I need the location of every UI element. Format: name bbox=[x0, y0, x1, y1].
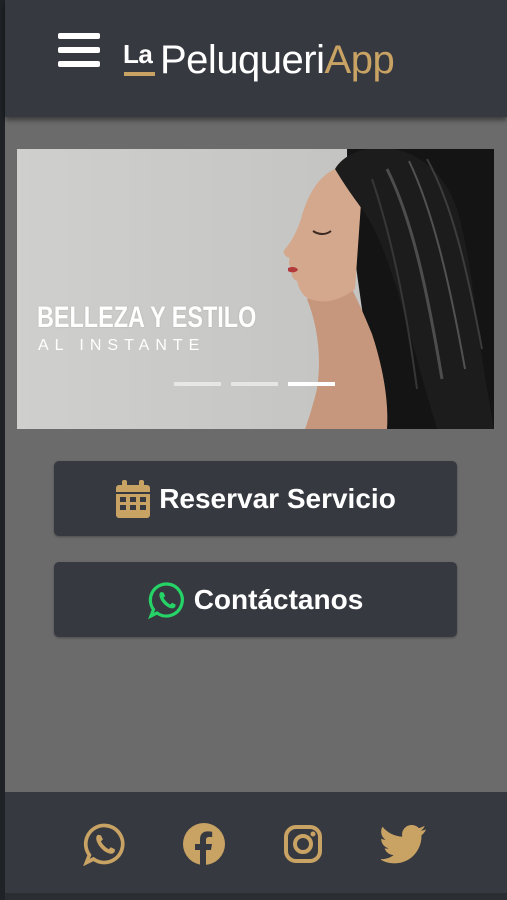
twitter-icon[interactable] bbox=[379, 822, 427, 866]
carousel-indicator-1[interactable] bbox=[174, 382, 221, 386]
banner-subtitle: AL INSTANTE bbox=[38, 337, 206, 354]
carousel-indicator-2[interactable] bbox=[231, 382, 278, 386]
calendar-icon bbox=[115, 479, 151, 519]
footer-bar bbox=[5, 792, 507, 900]
carousel-indicator-3[interactable] bbox=[288, 382, 335, 386]
banner-title: BELLEZA Y ESTILO bbox=[37, 301, 257, 334]
hero-image bbox=[283, 149, 494, 429]
reserve-service-button[interactable]: Reservar Servicio bbox=[54, 461, 457, 536]
bottom-edge bbox=[5, 893, 507, 900]
whatsapp-icon bbox=[147, 581, 186, 619]
window-edge bbox=[0, 0, 5, 900]
app-header: La PeluqueriApp bbox=[5, 0, 507, 117]
brand-prefix: La bbox=[123, 39, 153, 69]
brand-name: PeluqueriApp bbox=[160, 38, 395, 82]
contact-button[interactable]: Contáctanos bbox=[54, 562, 457, 637]
reserve-service-label: Reservar Servicio bbox=[159, 482, 396, 514]
hero-carousel[interactable]: BELLEZA Y ESTILO AL INSTANTE bbox=[17, 149, 494, 429]
facebook-icon[interactable] bbox=[182, 822, 226, 866]
hamburger-menu-icon[interactable] bbox=[58, 33, 100, 68]
brand-underline bbox=[124, 72, 155, 76]
instagram-icon[interactable] bbox=[281, 822, 325, 866]
contact-label: Contáctanos bbox=[193, 583, 364, 615]
whatsapp-icon[interactable] bbox=[83, 822, 127, 867]
